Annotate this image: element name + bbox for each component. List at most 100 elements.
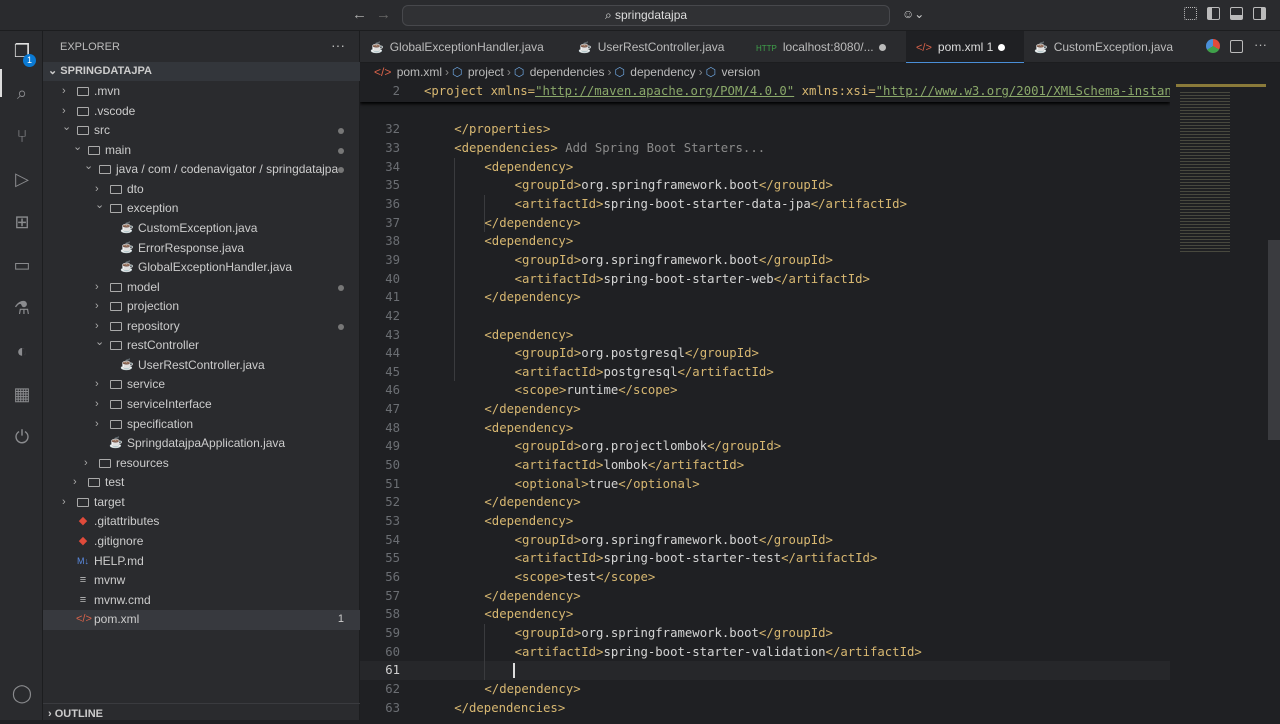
forward-button[interactable]: → <box>376 6 391 23</box>
code-line[interactable]: 57 </dependency> <box>360 587 1170 606</box>
code-line[interactable]: 54 <groupId>org.springframework.boot</gro… <box>360 531 1170 550</box>
tree-item[interactable]: ⌄ exception <box>43 199 360 219</box>
unsaved-dot[interactable] <box>878 44 886 51</box>
code-line[interactable]: 48 <dependency> <box>360 419 1170 438</box>
tree-item[interactable]: › service <box>43 375 360 395</box>
code-line[interactable]: 60 <artifactId>spring-boot-starter-valida… <box>360 643 1170 662</box>
outline-section[interactable]: › OUTLINE <box>43 703 360 723</box>
unsaved-dot[interactable] <box>998 44 1006 51</box>
extensions-icon[interactable]: ⊞ <box>10 210 34 234</box>
tree-item[interactable]: ☕ GlobalExceptionHandler.java <box>43 258 360 278</box>
tree-item[interactable]: › resources <box>43 454 360 474</box>
tree-item[interactable]: › dto <box>43 180 360 200</box>
remote-explorer-icon[interactable]: ▭ <box>10 253 34 277</box>
tab-globalexceptionhandler-java[interactable]: ☕ GlobalExceptionHandler.java <box>360 31 568 63</box>
breadcrumb-item[interactable]: dependency <box>627 65 695 79</box>
tree-item[interactable]: ☕ SpringdatajpaApplication.java <box>43 434 360 454</box>
tree-item[interactable]: ⌄ restController <box>43 336 360 356</box>
copilot-icon[interactable]: ☺⌄ <box>902 7 924 21</box>
gitlens-icon[interactable]: ◐ <box>10 339 34 363</box>
code-line[interactable]: 56 <scope>test</scope> <box>360 568 1170 587</box>
breadcrumb-item[interactable]: project <box>465 65 504 79</box>
breadcrumb-item[interactable]: pom.xml <box>393 65 442 79</box>
tree-item[interactable]: › repository <box>43 317 360 337</box>
spring-boot-icon[interactable]: ⏻ <box>10 425 34 449</box>
tree-item[interactable]: › .mvn <box>43 82 360 102</box>
code-line[interactable]: 63 </dependencies> <box>360 699 1170 718</box>
code-line[interactable]: 36 <artifactId>spring-boot-starter-data-j… <box>360 195 1170 214</box>
containers-icon[interactable]: ▦ <box>10 382 34 406</box>
code-line[interactable]: 39 <groupId>org.springframework.boot</gro… <box>360 251 1170 270</box>
back-button[interactable]: ← <box>352 6 367 23</box>
split-editor-icon[interactable] <box>1230 40 1243 53</box>
tree-item[interactable]: ⌄ src <box>43 121 360 141</box>
toggle-secondary-sidebar-icon[interactable] <box>1253 7 1266 20</box>
sticky-line[interactable]: 2 <project xmlns="http://maven.apache.org… <box>360 82 1170 101</box>
more-actions-icon[interactable]: ··· <box>331 37 345 53</box>
code-line[interactable]: 41 </dependency> <box>360 288 1170 307</box>
tab-pom-xml[interactable]: </> pom.xml 1 <box>906 31 1024 63</box>
toggle-panel-icon[interactable] <box>1230 7 1243 20</box>
tree-item[interactable]: › target <box>43 493 360 513</box>
sticky-scroll-line[interactable]: 2 <project xmlns="http://maven.apache.org… <box>360 82 1170 102</box>
tree-item[interactable]: › specification <box>43 415 360 435</box>
code-line[interactable]: 59 <groupId>org.springframework.boot</gro… <box>360 624 1170 643</box>
code-line[interactable]: 35 <groupId>org.springframework.boot</gro… <box>360 176 1170 195</box>
code-line[interactable]: 52 </dependency> <box>360 493 1170 512</box>
toggle-sidebar-icon[interactable] <box>1207 7 1220 20</box>
code-line[interactable]: 44 <groupId>org.postgresql</groupId> <box>360 344 1170 363</box>
code-line[interactable]: 61 <box>360 661 1170 680</box>
editor-scrollbar[interactable] <box>1268 240 1280 440</box>
run-debug-icon[interactable]: ▷ <box>10 167 34 191</box>
tree-item[interactable]: ⌄ java / com / codenavigator / springdata… <box>43 160 360 180</box>
code-line[interactable]: 46 <scope>runtime</scope> <box>360 381 1170 400</box>
tree-item[interactable]: ☕ ErrorResponse.java <box>43 239 360 259</box>
breadcrumb-item[interactable]: dependencies <box>526 65 605 79</box>
tree-item[interactable]: ☕ UserRestController.java <box>43 356 360 376</box>
code-line[interactable]: 47 </dependency> <box>360 400 1170 419</box>
minimap[interactable] <box>1172 82 1280 720</box>
code-line[interactable]: 43 <dependency> <box>360 326 1170 345</box>
code-line[interactable]: 50 <artifactId>lombok</artifactId> <box>360 456 1170 475</box>
tree-item[interactable]: › .vscode <box>43 102 360 122</box>
tree-item[interactable]: M↓ HELP.md <box>43 552 360 572</box>
more-actions-icon[interactable]: ··· <box>1254 37 1267 52</box>
code-line[interactable]: 42 <box>360 307 1170 326</box>
tree-item[interactable]: ≡ mvnw <box>43 571 360 591</box>
tree-item[interactable]: › serviceInterface <box>43 395 360 415</box>
code-line[interactable]: 38 <dependency> <box>360 232 1170 251</box>
code-line[interactable]: 34 <dependency> <box>360 158 1170 177</box>
code-line[interactable]: 33 <dependencies> Add Spring Boot Starter… <box>360 139 1170 158</box>
project-header[interactable]: ⌄ SPRINGDATAJPA <box>43 62 360 81</box>
account-icon[interactable]: ◯ <box>10 681 34 705</box>
code-line[interactable]: 32 </properties> <box>360 120 1170 139</box>
command-center-search[interactable]: ⌕ springdatajpa <box>402 5 890 26</box>
customize-layout-icon[interactable] <box>1184 7 1197 20</box>
code-line[interactable]: 37 </dependency> <box>360 214 1170 233</box>
tree-item[interactable]: › projection <box>43 297 360 317</box>
tree-item[interactable]: › model <box>43 278 360 298</box>
tree-item[interactable]: ☕ CustomException.java <box>43 219 360 239</box>
code-line[interactable]: 49 <groupId>org.projectlombok</groupId> <box>360 437 1170 456</box>
testing-icon[interactable]: ⚗ <box>10 296 34 320</box>
code-editor[interactable]: 2 <project xmlns="http://maven.apache.org… <box>360 82 1170 720</box>
code-line[interactable]: 62 </dependency> <box>360 680 1170 699</box>
tree-item[interactable]: ◆ .gitignore <box>43 532 360 552</box>
tree-item[interactable]: › test <box>43 473 360 493</box>
breadcrumb-item[interactable]: version <box>718 65 760 79</box>
source-control-icon[interactable]: ⑂ <box>10 124 34 148</box>
code-line[interactable]: 45 <artifactId>postgresql</artifactId> <box>360 363 1170 382</box>
tab-customexception-java[interactable]: ☕ CustomException.java <box>1024 31 1184 63</box>
tree-item[interactable]: ◆ .gitattributes <box>43 512 360 532</box>
code-line[interactable]: 58 <dependency> <box>360 605 1170 624</box>
code-line[interactable]: 40 <artifactId>spring-boot-starter-web</a… <box>360 270 1170 289</box>
tab-userrestcontroller-java[interactable]: ☕ UserRestController.java <box>568 31 746 63</box>
code-line[interactable]: 51 <optional>true</optional> <box>360 475 1170 494</box>
code-line[interactable]: 53 <dependency> <box>360 512 1170 531</box>
gitlens-graph-icon[interactable] <box>1206 39 1220 53</box>
tree-item[interactable]: ≡ mvnw.cmd <box>43 591 360 611</box>
code-line[interactable]: 55 <artifactId>spring-boot-starter-test</… <box>360 549 1170 568</box>
search-icon[interactable]: ⌕ <box>10 81 34 105</box>
tab-localhost-8080-[interactable]: HTTP localhost:8080/... <box>746 31 906 63</box>
tree-item[interactable]: </> pom.xml 1 <box>43 610 360 630</box>
